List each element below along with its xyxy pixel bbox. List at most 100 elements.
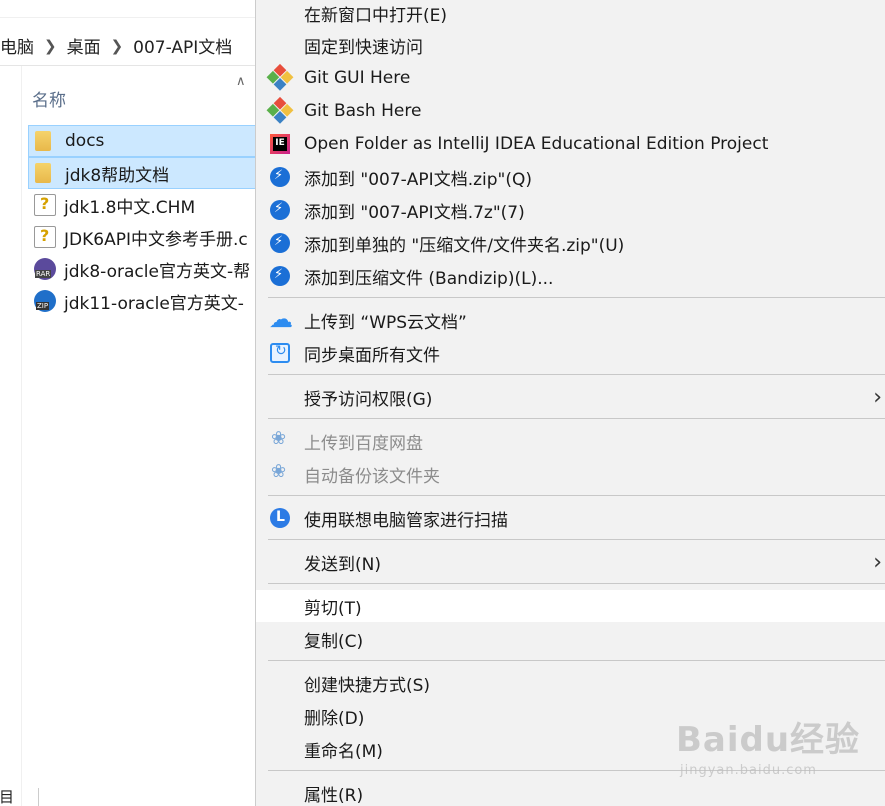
- menu-item-label: Git GUI Here: [304, 68, 411, 88]
- chevron-right-icon: ❯: [110, 36, 124, 55]
- file-name: jdk1.8中文.CHM: [64, 197, 196, 218]
- bandizip-icon: [270, 233, 290, 253]
- menu-separator: [268, 539, 885, 540]
- menu-item-label: 属性(R): [304, 785, 364, 806]
- toolbar-strip: [0, 0, 256, 18]
- chevron-right-icon: ❯: [44, 36, 57, 55]
- sync-icon: [270, 343, 290, 363]
- file-list: docs jdk8帮助文档 jdk1.8中文.CHM JDK6API中文参考手册…: [28, 125, 256, 317]
- menu-item-label: 固定到快速访问: [304, 37, 423, 58]
- menu-separator: [268, 583, 885, 584]
- file-row-jdk8-help[interactable]: jdk8帮助文档: [28, 157, 256, 189]
- menu-item-open-intellij[interactable]: Open Folder as IntelliJ IDEA Educational…: [256, 128, 885, 160]
- menu-item-pin-quick-access[interactable]: 固定到快速访问: [256, 29, 885, 61]
- menu-item-sync-desktop[interactable]: 同步桌面所有文件: [256, 337, 885, 369]
- baidu-netdisk-icon: [270, 461, 290, 484]
- bandizip-icon: [270, 200, 290, 220]
- bandizip-icon: [270, 266, 290, 286]
- column-header-name[interactable]: ∧ 名称: [22, 66, 256, 116]
- menu-item-label: 重命名(M): [304, 741, 383, 762]
- context-menu: 在新窗口中打开(E) 固定到快速访问 Git GUI Here Git Bash…: [255, 0, 885, 806]
- menu-item-label: 自动备份该文件夹: [304, 466, 440, 487]
- menu-item-properties[interactable]: 属性(R): [256, 777, 885, 806]
- menu-item-label: 添加到压缩文件 (Bandizip)(L)...: [304, 268, 554, 289]
- chm-file-icon: [34, 194, 56, 216]
- menu-item-label: 在新窗口中打开(E): [304, 5, 448, 26]
- menu-item-label: 使用联想电脑管家进行扫描: [304, 510, 508, 531]
- menu-item-rename[interactable]: 重命名(M): [256, 733, 885, 765]
- folder-icon: [35, 163, 51, 183]
- bandizip-icon: [270, 167, 290, 187]
- menu-item-label: 同步桌面所有文件: [304, 345, 440, 366]
- menu-item-label: 创建快捷方式(S): [304, 675, 431, 696]
- menu-item-label: 添加到 "007-API文档.zip"(Q): [304, 169, 533, 190]
- menu-item-grant-access[interactable]: 授予访问权限(G) ›: [256, 381, 885, 413]
- menu-separator: [268, 418, 885, 419]
- menu-item-send-to[interactable]: 发送到(N) ›: [256, 546, 885, 578]
- file-row-jdk6api-chm[interactable]: JDK6API中文参考手册.c: [28, 221, 256, 253]
- menu-separator: [268, 374, 885, 375]
- menu-item-label: 上传到百度网盘: [304, 433, 423, 454]
- menu-item-upload-wps[interactable]: 上传到 “WPS云文档”: [256, 304, 885, 336]
- menu-separator: [268, 770, 885, 771]
- menu-item-add-zip[interactable]: 添加到 "007-API文档.zip"(Q): [256, 161, 885, 193]
- breadcrumb-item-desktop[interactable]: 桌面: [61, 33, 107, 58]
- menu-item-label: 添加到 "007-API文档.7z"(7): [304, 202, 525, 223]
- menu-item-label: 发送到(N): [304, 554, 381, 575]
- menu-item-open-new-window[interactable]: 在新窗口中打开(E): [256, 0, 885, 29]
- file-name: docs: [65, 131, 105, 151]
- menu-item-copy[interactable]: 复制(C): [256, 623, 885, 655]
- chevron-right-icon: ›: [873, 550, 882, 575]
- intellij-icon: [270, 134, 290, 154]
- menu-item-delete[interactable]: 删除(D): [256, 700, 885, 732]
- status-divider: [38, 788, 39, 806]
- sort-ascending-icon: ∧: [236, 74, 246, 89]
- breadcrumb[interactable]: 电脑 ❯ 桌面 ❯ 007-API文档: [0, 26, 256, 66]
- menu-item-add-bandizip[interactable]: 添加到压缩文件 (Bandizip)(L)...: [256, 260, 885, 292]
- menu-separator: [268, 297, 885, 298]
- zip-file-icon: [34, 290, 56, 312]
- breadcrumb-item-folder[interactable]: 007-API文档: [127, 33, 238, 58]
- file-row-docs[interactable]: docs: [28, 125, 256, 157]
- git-icon: [266, 63, 294, 92]
- menu-item-git-bash[interactable]: Git Bash Here: [256, 95, 885, 127]
- menu-item-label: 删除(D): [304, 708, 365, 729]
- folder-icon: [35, 131, 51, 151]
- chm-file-icon: [34, 226, 56, 248]
- menu-item-label: 剪切(T): [304, 598, 362, 619]
- column-header-label: 名称: [32, 91, 66, 111]
- menu-item-create-shortcut[interactable]: 创建快捷方式(S): [256, 667, 885, 699]
- cloud-upload-icon: [269, 305, 293, 333]
- file-row-jdk11-oracle-zip[interactable]: jdk11-oracle官方英文-: [28, 285, 256, 317]
- file-explorer-window: 电脑 ❯ 桌面 ❯ 007-API文档 ∧ 名称 docs jdk8帮助文档 j…: [0, 0, 256, 806]
- menu-separator: [268, 660, 885, 661]
- menu-item-label: Open Folder as IntelliJ IDEA Educational…: [304, 134, 769, 154]
- menu-item-label: Git Bash Here: [304, 101, 422, 121]
- file-row-jdk18-chm[interactable]: jdk1.8中文.CHM: [28, 189, 256, 221]
- file-row-jdk8-oracle-rar[interactable]: jdk8-oracle官方英文-帮: [28, 253, 256, 285]
- baidu-netdisk-icon: [270, 428, 290, 451]
- file-name: JDK6API中文参考手册.c: [64, 229, 248, 250]
- breadcrumb-item-computer[interactable]: 电脑: [0, 33, 40, 58]
- menu-item-upload-baidu[interactable]: 上传到百度网盘: [256, 425, 885, 457]
- file-name: jdk8帮助文档: [65, 165, 170, 186]
- menu-item-label: 复制(C): [304, 631, 364, 652]
- menu-item-cut[interactable]: 剪切(T): [256, 590, 885, 622]
- menu-item-auto-backup[interactable]: 自动备份该文件夹: [256, 458, 885, 490]
- git-icon: [266, 96, 294, 125]
- chevron-right-icon: ›: [873, 385, 882, 410]
- menu-item-label: 添加到单独的 "压缩文件/文件夹名.zip"(U): [304, 235, 625, 256]
- status-bar-item-count: 项目: [0, 788, 15, 806]
- navigation-pane-edge: [0, 66, 22, 806]
- menu-item-lenovo-scan[interactable]: 使用联想电脑管家进行扫描: [256, 502, 885, 534]
- menu-item-label: 上传到 “WPS云文档”: [304, 312, 467, 333]
- menu-item-add-7z[interactable]: 添加到 "007-API文档.7z"(7): [256, 194, 885, 226]
- menu-item-label: 授予访问权限(G): [304, 389, 433, 410]
- file-name: jdk8-oracle官方英文-帮: [64, 261, 251, 282]
- file-name: jdk11-oracle官方英文-: [64, 293, 244, 314]
- menu-item-add-separate-zip[interactable]: 添加到单独的 "压缩文件/文件夹名.zip"(U): [256, 227, 885, 259]
- menu-item-git-gui[interactable]: Git GUI Here: [256, 62, 885, 94]
- rar-file-icon: [34, 258, 56, 280]
- lenovo-icon: [270, 508, 290, 528]
- menu-separator: [268, 495, 885, 496]
